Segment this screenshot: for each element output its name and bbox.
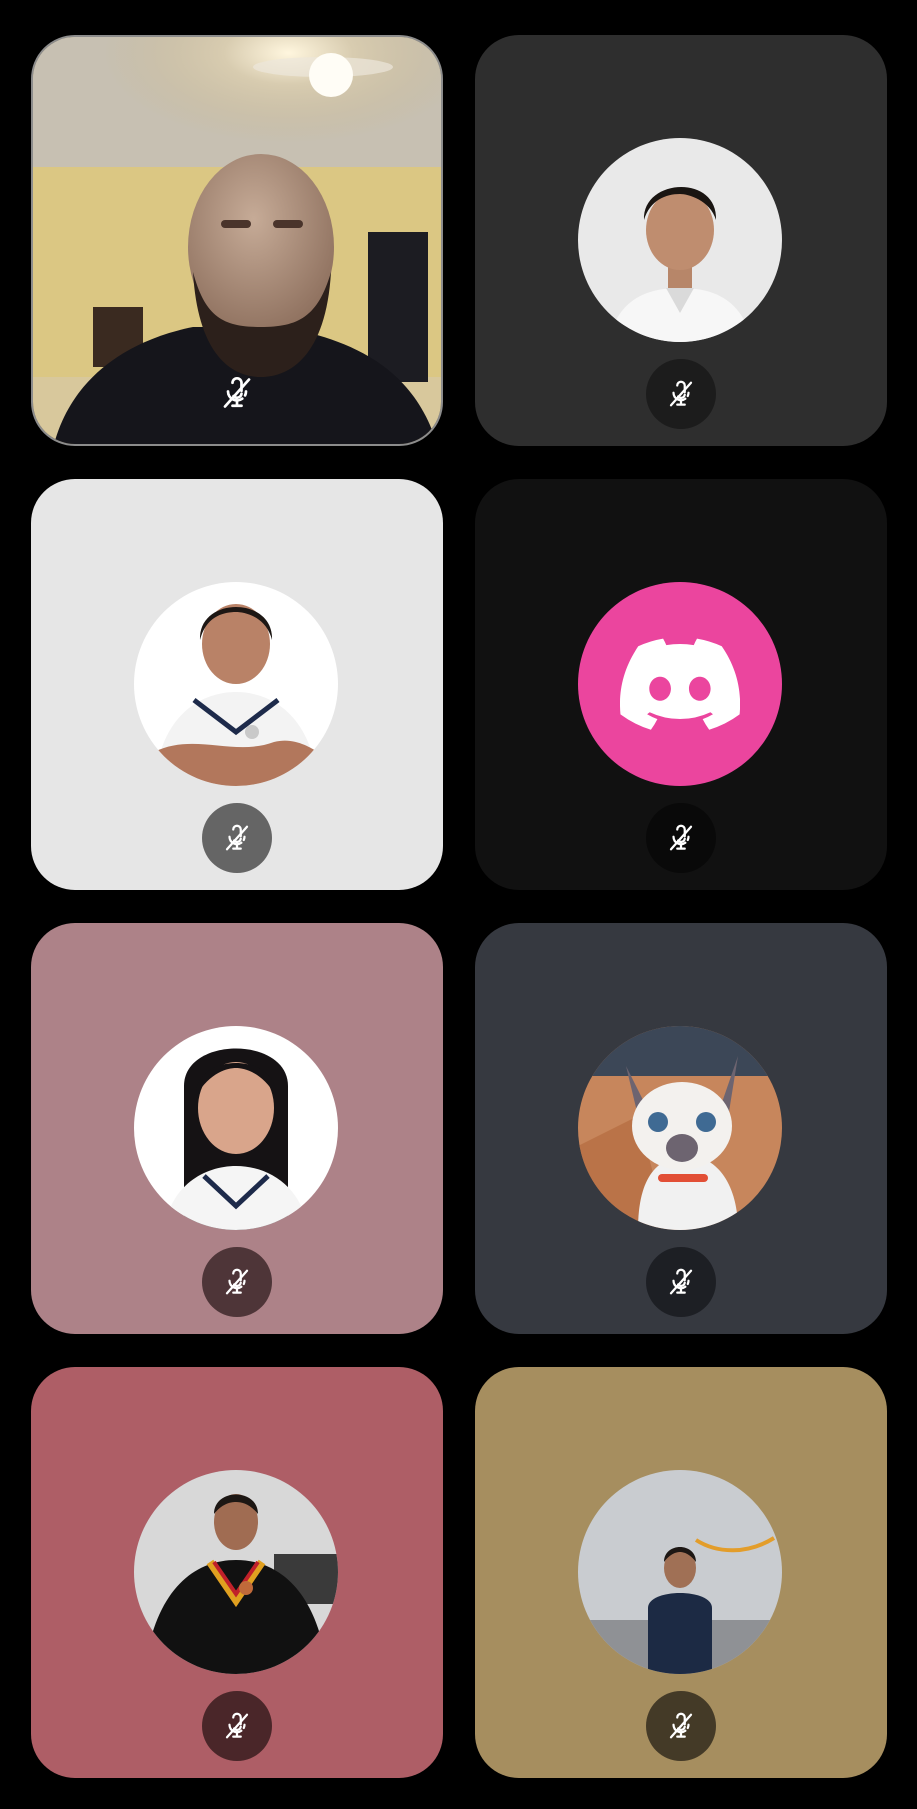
participant-tile[interactable] [475, 923, 887, 1334]
mute-indicator [202, 1691, 272, 1761]
participant-avatar [578, 138, 782, 342]
microphone-muted-icon [666, 1267, 696, 1297]
discord-logo-icon [620, 638, 740, 730]
mute-indicator [646, 803, 716, 873]
mute-indicator [646, 1691, 716, 1761]
participant-tile[interactable] [475, 1367, 887, 1778]
microphone-muted-icon [666, 1711, 696, 1741]
participant-avatar [134, 582, 338, 786]
participant-tile[interactable] [475, 479, 887, 890]
mute-indicator [646, 1247, 716, 1317]
participant-tile[interactable] [31, 479, 443, 890]
participant-avatar [134, 1026, 338, 1230]
participant-avatar [134, 1470, 338, 1674]
participant-avatar [578, 1026, 782, 1230]
participant-tile[interactable] [475, 35, 887, 446]
participant-tile[interactable] [31, 923, 443, 1334]
participant-avatar [578, 1470, 782, 1674]
participant-tile[interactable] [31, 1367, 443, 1778]
voice-call-grid [0, 0, 917, 1809]
participant-avatar [578, 582, 782, 786]
participant-tile-video[interactable] [31, 35, 443, 446]
microphone-muted-icon [222, 1267, 252, 1297]
microphone-muted-icon [219, 375, 255, 411]
microphone-muted-icon [666, 379, 696, 409]
microphone-muted-icon [222, 1711, 252, 1741]
microphone-muted-icon [666, 823, 696, 853]
mute-indicator [202, 803, 272, 873]
mute-indicator [202, 1247, 272, 1317]
mute-indicator [646, 359, 716, 429]
microphone-muted-icon [222, 823, 252, 853]
